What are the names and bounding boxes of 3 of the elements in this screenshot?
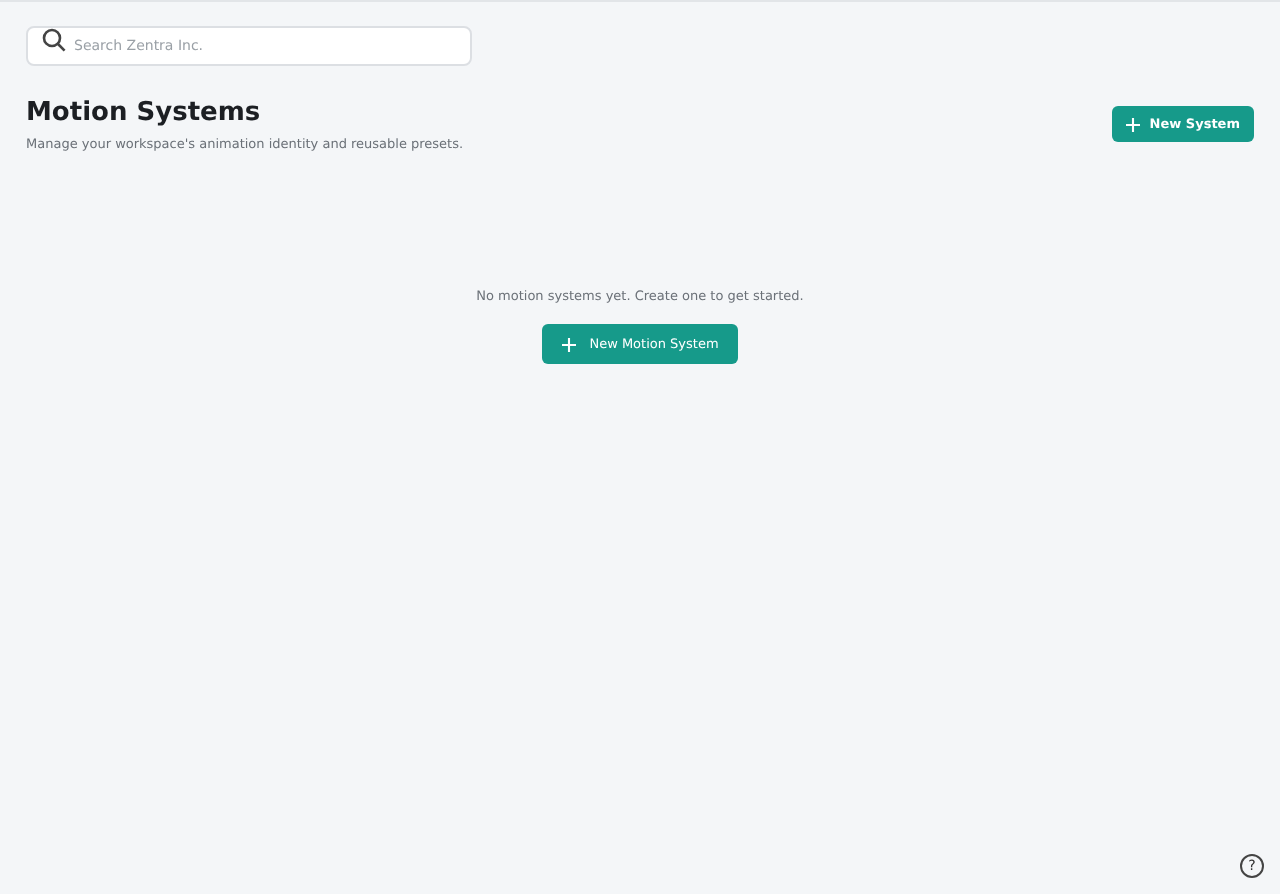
plus-icon [561,337,576,351]
page-title: Motion Systems [26,98,263,130]
plus-icon [1125,117,1140,131]
